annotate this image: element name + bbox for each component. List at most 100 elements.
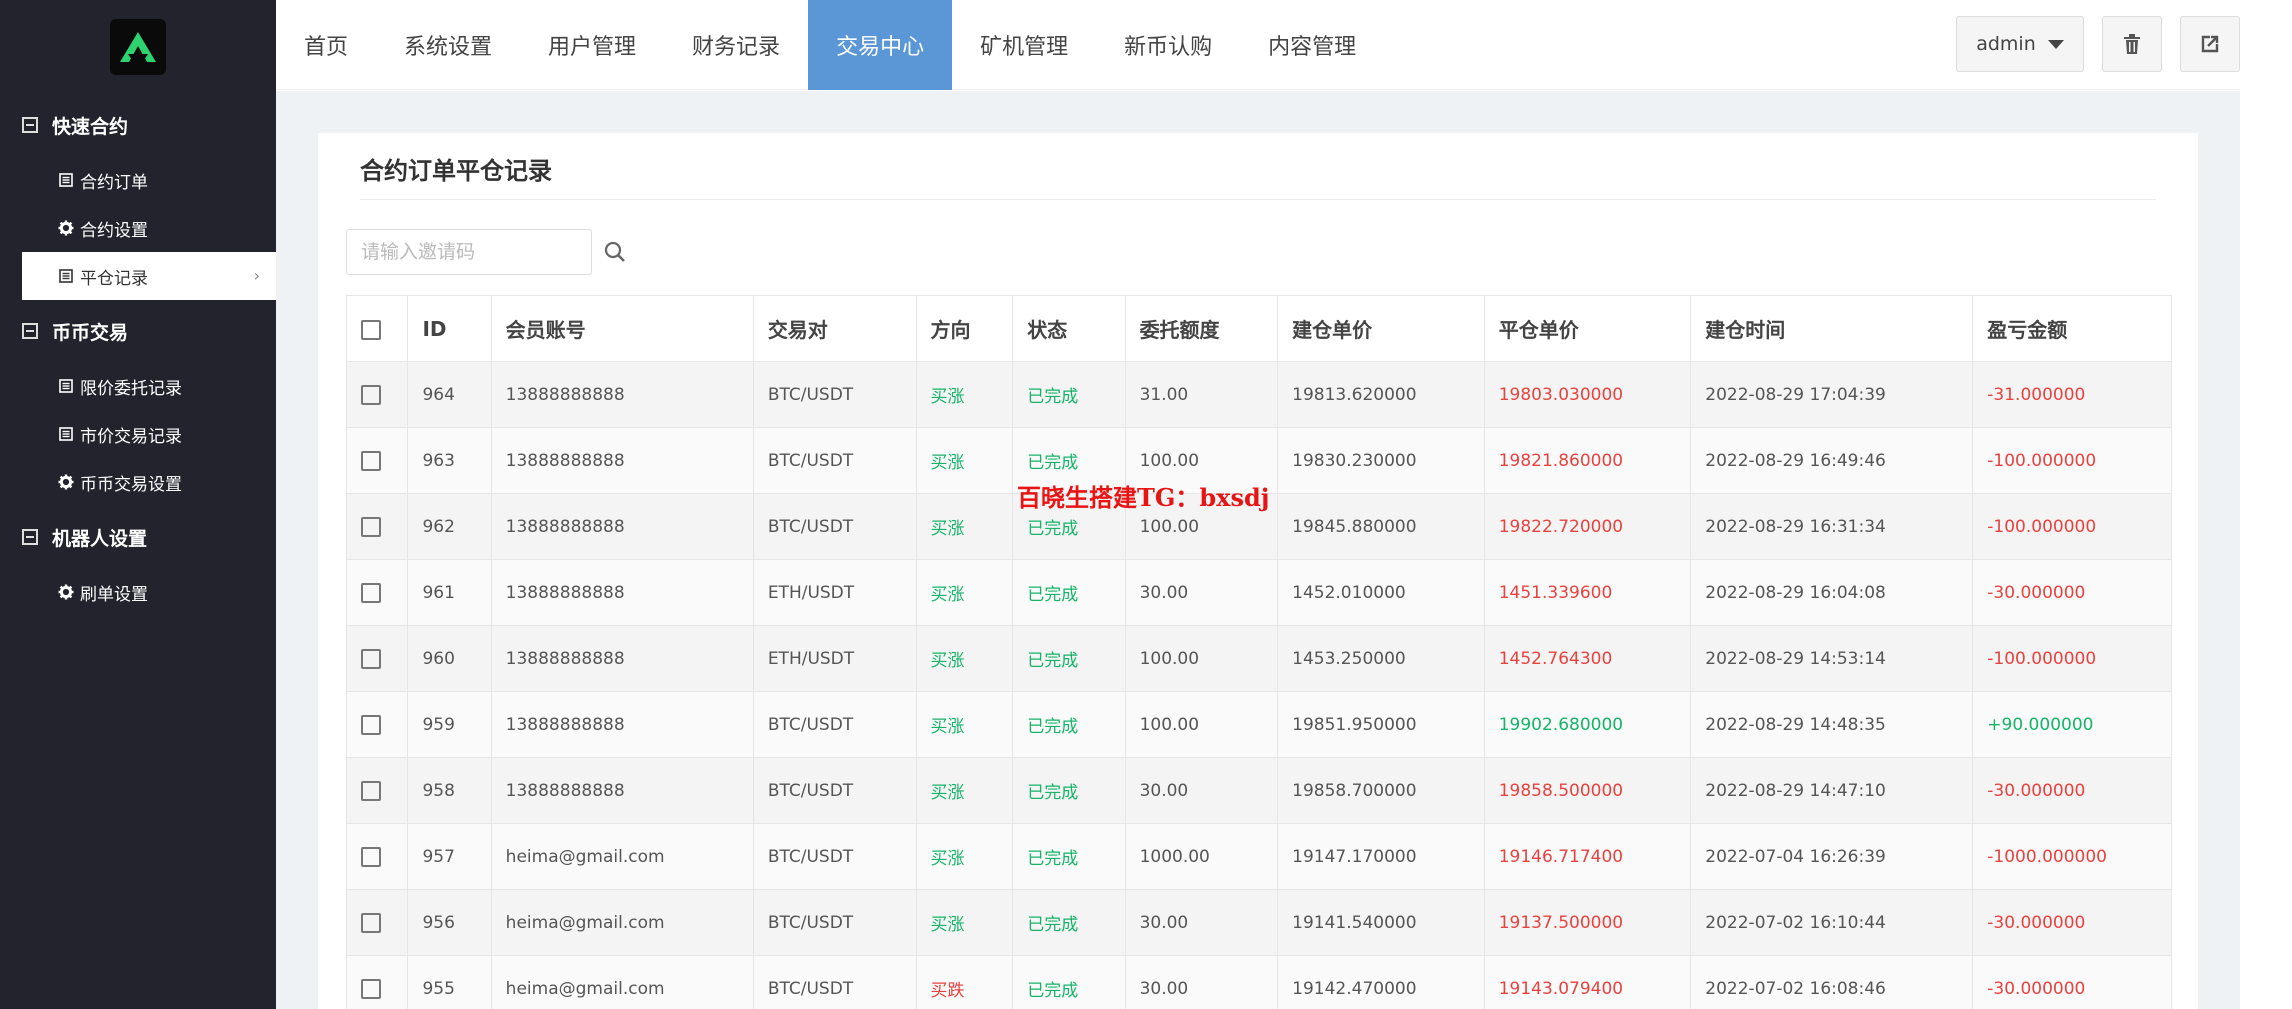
sidebar-item-1-1[interactable]: 市价交易记录	[0, 410, 276, 458]
nav-tab-2[interactable]: 用户管理	[520, 0, 664, 90]
row-select-cell	[345, 823, 409, 890]
cell-pair: BTC/USDT	[752, 823, 917, 890]
title-divider	[360, 199, 2156, 200]
search-box	[346, 229, 625, 275]
row-checkbox[interactable]	[361, 450, 381, 471]
nav-tab-6[interactable]: 新币认购	[1096, 0, 1240, 90]
cell-id: 959	[407, 691, 492, 758]
cell-amount: 30.00	[1124, 559, 1279, 626]
cell-pnl: -31.000000	[1972, 361, 2172, 428]
column-header[interactable]: 交易对	[752, 295, 917, 362]
list-icon	[58, 426, 74, 442]
column-header[interactable]: 盈亏金额	[1972, 295, 2172, 362]
cell-time: 2022-08-29 14:48:35	[1690, 691, 1974, 758]
cell-direction: 买涨	[915, 493, 1014, 560]
top-navbar: 首页 系统设置 用户管理 财务记录 交易中心 矿机管理 新币认购 内容管理 admin	[276, 0, 2240, 90]
table-row: 957 heima@gmail.com BTC/USDT 买涨 已完成 1000.00 19…	[345, 823, 2172, 890]
row-checkbox[interactable]	[361, 780, 381, 801]
sidebar-group-label: 快速合约	[52, 115, 129, 138]
row-checkbox[interactable]	[361, 978, 381, 999]
nav-tab-1[interactable]: 系统设置	[376, 0, 520, 90]
row-select-cell	[345, 625, 409, 692]
logout-icon	[2201, 35, 2219, 53]
table-row: 956 heima@gmail.com BTC/USDT 买涨 已完成 30.00 1914…	[345, 889, 2172, 956]
top-right-actions: admin	[1956, 16, 2240, 72]
trash-icon	[2124, 34, 2140, 54]
row-select-cell	[345, 493, 409, 560]
gear-icon	[58, 474, 74, 490]
sidebar-group-label: 币币交易	[52, 321, 129, 344]
cell-pair: BTC/USDT	[752, 955, 917, 1009]
cell-open: 19813.620000	[1277, 361, 1485, 428]
cell-open: 1452.010000	[1277, 559, 1485, 626]
column-header[interactable]: 委托额度	[1124, 295, 1279, 362]
cell-status: 已完成	[1012, 823, 1126, 890]
row-checkbox[interactable]	[361, 516, 381, 537]
cell-pair: ETH/USDT	[752, 559, 917, 626]
cell-time: 2022-07-04 16:26:39	[1690, 823, 1974, 890]
cell-pnl: +90.000000	[1972, 691, 2172, 758]
nav-tab-5[interactable]: 矿机管理	[952, 0, 1096, 90]
cell-direction: 买涨	[915, 823, 1014, 890]
sidebar-group-0[interactable]: 快速合约	[0, 94, 276, 156]
sidebar-item-0-1[interactable]: 合约设置	[0, 204, 276, 252]
nav-tab-7[interactable]: 内容管理	[1240, 0, 1384, 90]
sidebar-item-1-0[interactable]: 限价委托记录	[0, 362, 276, 410]
sidebar-item-label: 合约订单	[80, 172, 148, 193]
cell-status: 已完成	[1012, 361, 1126, 428]
logout-button[interactable]	[2180, 16, 2240, 72]
logo-icon	[120, 32, 156, 62]
cell-pnl: -1000.000000	[1972, 823, 2172, 890]
cell-status: 已完成	[1012, 559, 1126, 626]
cell-status: 已完成	[1012, 625, 1126, 692]
sidebar-item-1-2[interactable]: 币币交易设置	[0, 458, 276, 506]
list-icon	[58, 378, 74, 394]
logo[interactable]	[110, 19, 166, 75]
table-row: 960 13888888888 ETH/USDT 买涨 已完成 100.00 1453.25…	[345, 625, 2172, 692]
select-all-checkbox[interactable]	[361, 320, 381, 340]
row-checkbox[interactable]	[361, 912, 381, 933]
cell-close: 19902.680000	[1483, 691, 1692, 758]
nav-tab-4[interactable]: 交易中心	[808, 0, 953, 90]
row-checkbox[interactable]	[361, 648, 381, 669]
clear-cache-button[interactable]	[2102, 16, 2162, 72]
sidebar-item-0-2[interactable]: 平仓记录 ›	[22, 252, 276, 300]
nav-tab-0[interactable]: 首页	[276, 0, 376, 90]
cell-id: 960	[407, 625, 492, 692]
row-checkbox[interactable]	[361, 384, 381, 405]
row-select-cell	[345, 427, 409, 494]
cell-open: 19858.700000	[1277, 757, 1485, 824]
row-select-cell	[345, 757, 409, 824]
sidebar-item-2-0[interactable]: 刷单设置	[0, 568, 276, 616]
row-checkbox[interactable]	[361, 846, 381, 867]
cell-id: 962	[407, 493, 492, 560]
cell-status: 已完成	[1012, 889, 1126, 956]
collapse-icon	[22, 117, 38, 133]
cell-pair: BTC/USDT	[752, 691, 917, 758]
main-content: 合约订单平仓记录 ID会员账号交易对方向状态委托额度建仓单价平仓单价建仓时间盈亏…	[276, 91, 2240, 1009]
sidebar-group-2[interactable]: 机器人设置	[0, 506, 276, 568]
nav-tab-3[interactable]: 财务记录	[664, 0, 808, 90]
search-icon[interactable]	[604, 241, 626, 263]
cell-direction: 买涨	[915, 361, 1014, 428]
row-checkbox[interactable]	[361, 714, 381, 735]
invite-code-search-input[interactable]	[347, 232, 604, 272]
column-header[interactable]: ID	[407, 295, 492, 362]
admin-dropdown[interactable]: admin	[1956, 16, 2084, 72]
column-header[interactable]: 会员账号	[490, 295, 754, 362]
cell-direction: 买涨	[915, 427, 1014, 494]
cell-amount: 100.00	[1124, 691, 1279, 758]
column-header[interactable]: 方向	[915, 295, 1014, 362]
column-header[interactable]: 建仓时间	[1690, 295, 1974, 362]
sidebar-item-0-0[interactable]: 合约订单	[0, 156, 276, 204]
column-header[interactable]: 建仓单价	[1277, 295, 1485, 362]
column-header[interactable]: 状态	[1012, 295, 1126, 362]
sidebar-group-1[interactable]: 币币交易	[0, 300, 276, 362]
sidebar-group-label: 机器人设置	[52, 527, 148, 550]
cell-account: 13888888888	[490, 559, 754, 626]
row-checkbox[interactable]	[361, 582, 381, 603]
table-row: 955 heima@gmail.com BTC/USDT 买跌 已完成 30.00 1914…	[345, 955, 2172, 1009]
page-title: 合约订单平仓记录	[360, 157, 552, 185]
cell-account: 13888888888	[490, 361, 754, 428]
column-header[interactable]: 平仓单价	[1483, 295, 1692, 362]
